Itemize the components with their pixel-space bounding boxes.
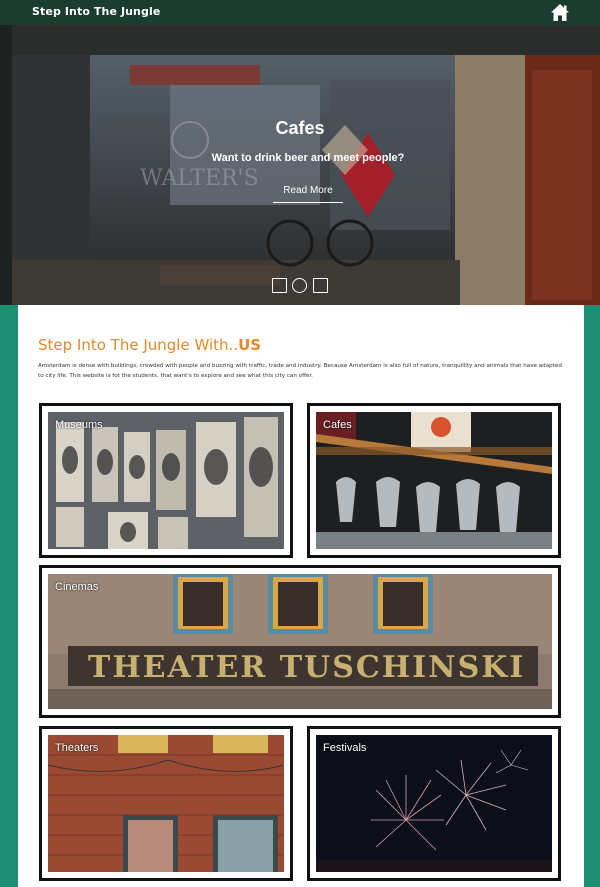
tile-theaters[interactable]: Theaters (39, 726, 293, 881)
theaters-image (48, 735, 284, 872)
tile-cinemas[interactable]: THEATER TUSCHINSKI Cinemas (39, 565, 561, 718)
tile-festivals[interactable]: Festivals (307, 726, 561, 881)
tile-museums[interactable]: Museums (39, 403, 293, 558)
cinemas-image: THEATER TUSCHINSKI (48, 574, 552, 709)
tile-label-cinemas: Cinemas (55, 581, 99, 593)
tile-cafes[interactable]: Cafes (307, 403, 561, 558)
home-icon[interactable] (550, 3, 570, 22)
carousel-indicator-2[interactable] (292, 278, 307, 293)
intro-title: Step Into The Jungle With..US (38, 336, 261, 354)
hero-background-image: WALTER'S (0, 25, 600, 305)
cafes-image (316, 412, 552, 549)
intro-title-prefix: Step Into The Jungle With.. (38, 336, 239, 354)
read-more-button[interactable]: Read More (273, 181, 343, 203)
intro-title-emphasis: US (238, 336, 262, 354)
hero-title: Cafes (275, 118, 325, 138)
intro-text: Amsterdam is dense with buildings, crowd… (38, 363, 562, 379)
svg-text:THEATER TUSCHINSKI: THEATER TUSCHINSKI (88, 650, 525, 685)
brand-title[interactable]: Step Into The Jungle (32, 5, 160, 18)
carousel-indicator-3[interactable] (313, 278, 328, 293)
tile-label-festivals: Festivals (323, 742, 367, 754)
museums-image (48, 412, 284, 549)
carousel-indicator-1[interactable] (272, 278, 287, 293)
svg-text:WALTER'S: WALTER'S (140, 166, 259, 191)
tile-label-cafes: Cafes (323, 419, 352, 431)
festivals-image (316, 735, 552, 872)
hero-subtitle: Want to drink beer and meet people? (211, 152, 405, 164)
tile-label-museums: Museums (55, 419, 103, 431)
hero-carousel: WALTER'S Cafes Want to drink beer and me… (0, 25, 600, 305)
tile-label-theaters: Theaters (55, 742, 99, 754)
top-navbar: Step Into The Jungle (0, 0, 600, 25)
